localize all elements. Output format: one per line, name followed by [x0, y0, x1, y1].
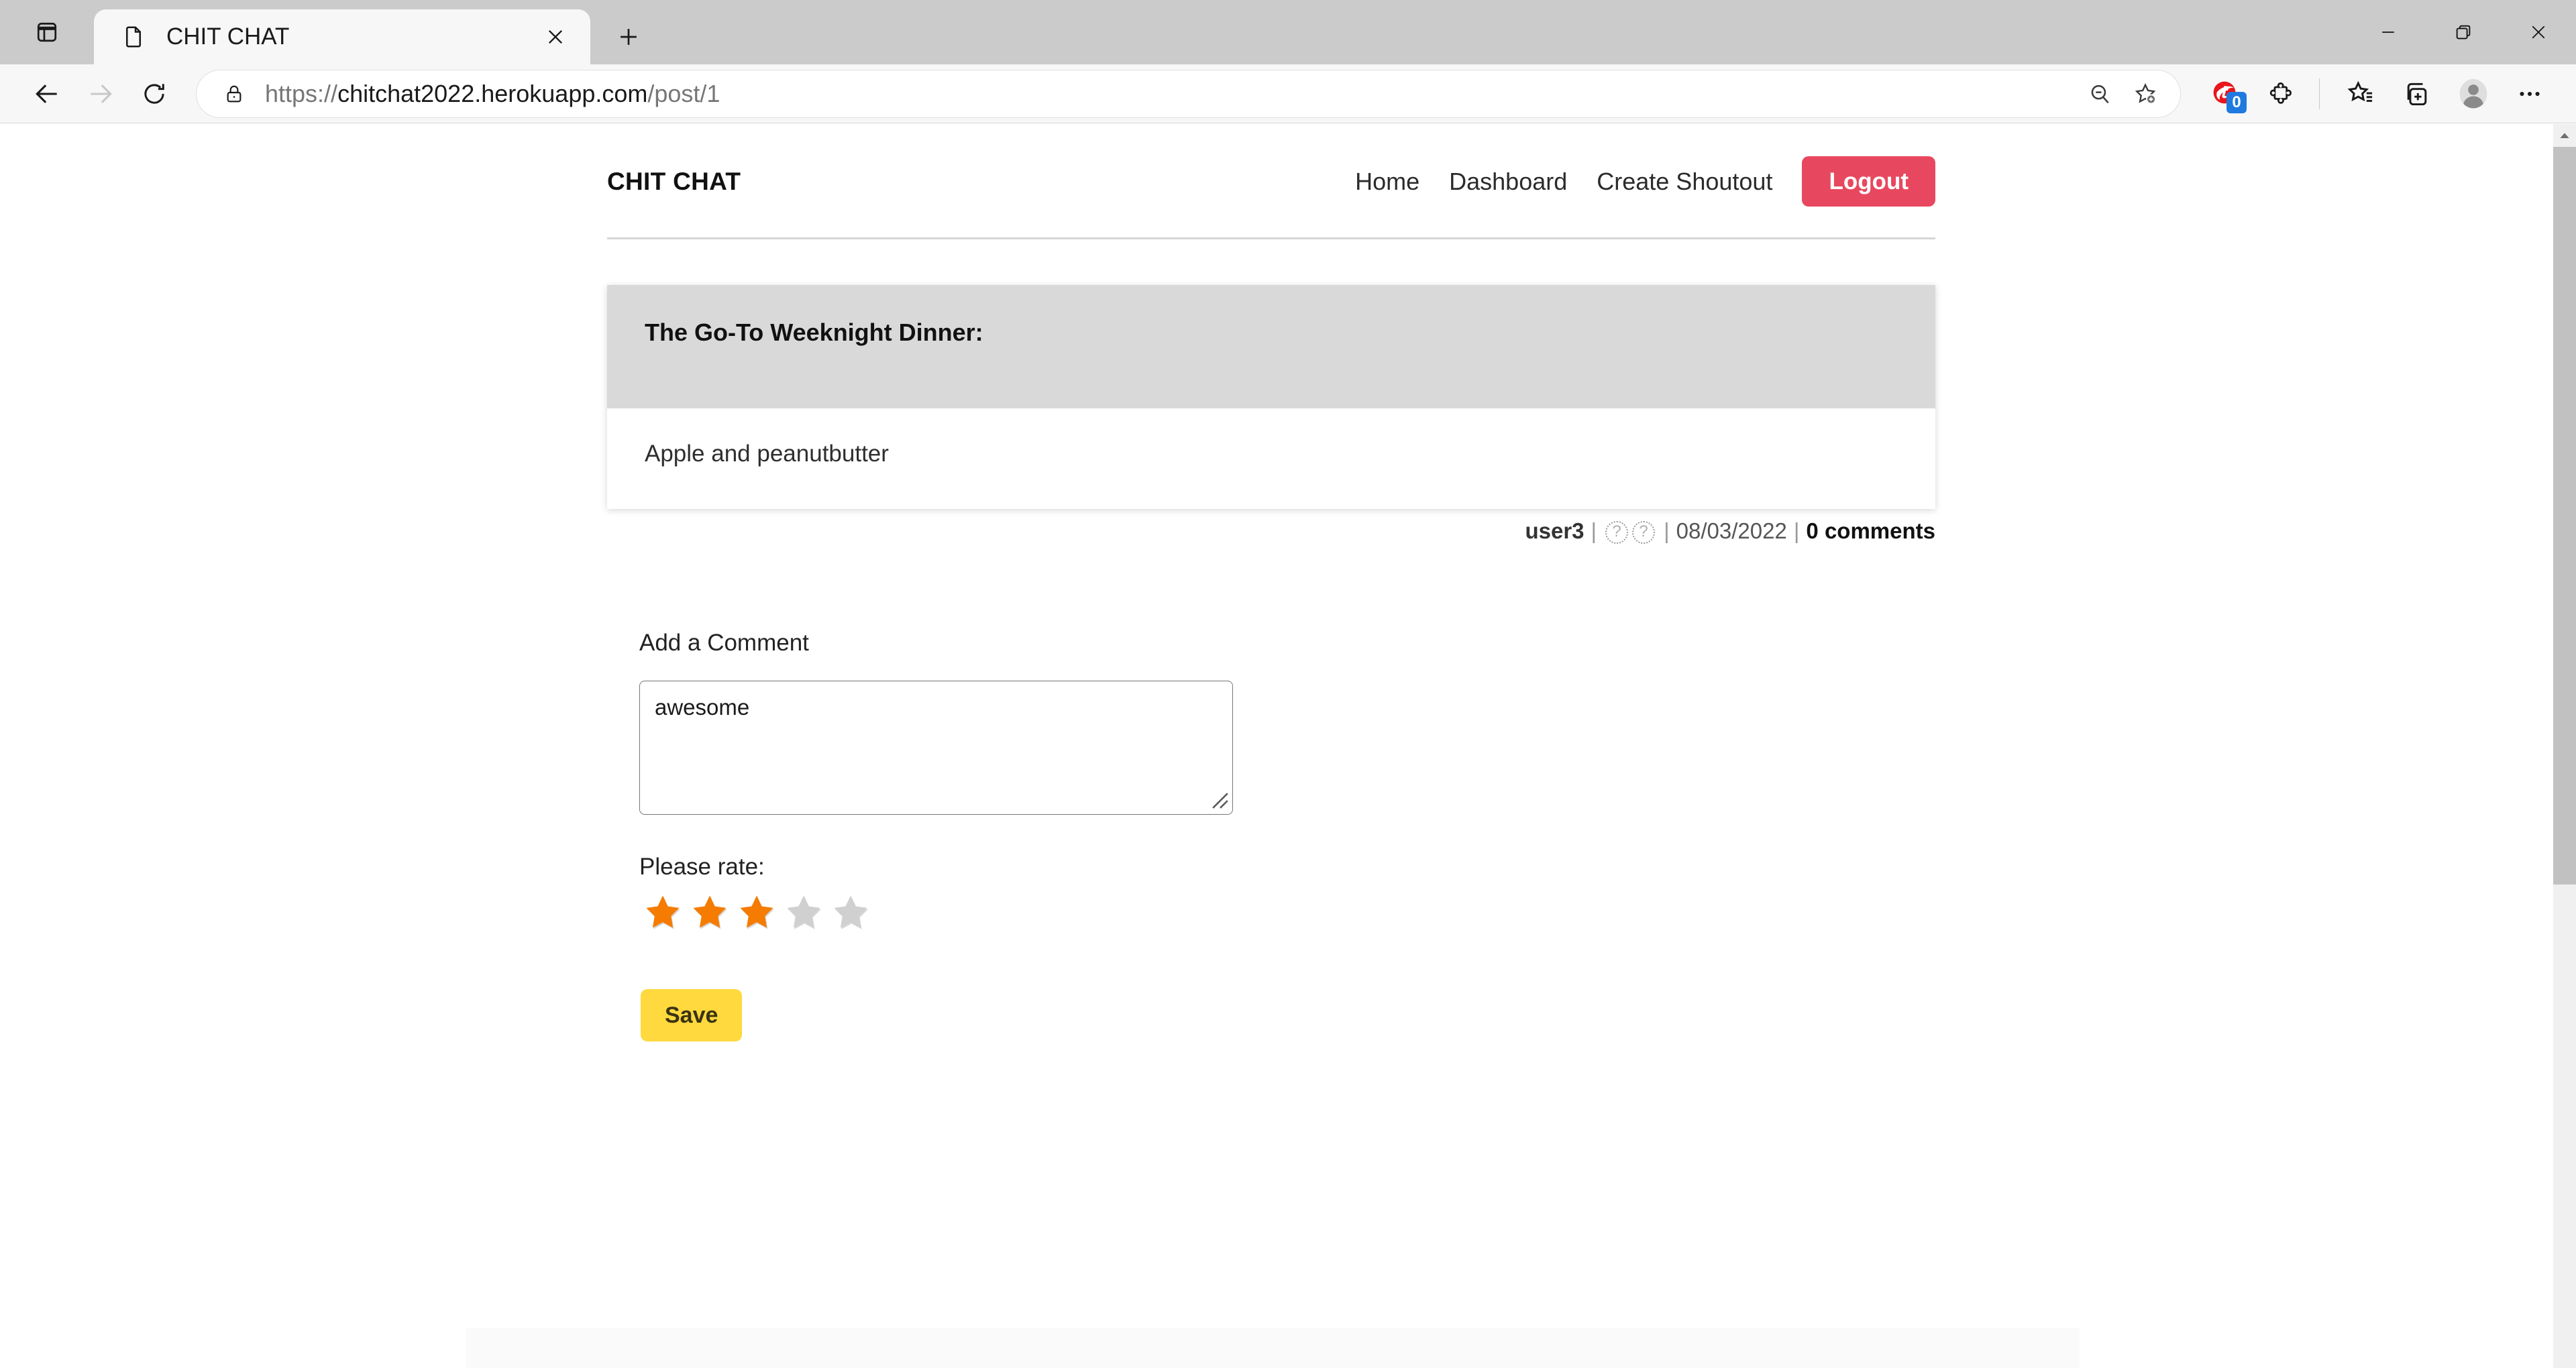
favorites-list-icon[interactable]: [2334, 68, 2387, 120]
more-options-icon[interactable]: [2504, 68, 2556, 120]
tab-title: CHIT CHAT: [166, 23, 290, 50]
comment-textarea[interactable]: [639, 681, 1233, 815]
address-bar[interactable]: https://chitchat2022.herokuapp.com/post/…: [196, 69, 2181, 118]
extensions-puzzle-icon[interactable]: [2256, 68, 2308, 120]
reload-icon[interactable]: [127, 67, 181, 121]
collections-add-icon[interactable]: [2391, 68, 2443, 120]
minimize-icon[interactable]: [2351, 0, 2426, 64]
arrow-left-icon[interactable]: [20, 67, 74, 121]
star-empty-icon[interactable]: [780, 890, 827, 934]
post-comments-count[interactable]: 0 comments: [1806, 518, 1935, 543]
site-navbar: CHIT CHAT Home Dashboard Create Shoutout…: [607, 124, 1935, 239]
site-brand[interactable]: CHIT CHAT: [607, 168, 741, 196]
shield-extension-icon[interactable]: 0: [2200, 68, 2252, 120]
window-controls: [2351, 0, 2576, 64]
close-icon[interactable]: [538, 19, 573, 54]
tab-overview-button[interactable]: [28, 13, 66, 52]
site-footer: Home||Create New Shoutout By P2-group-4 …: [466, 1328, 2080, 1368]
meta-separator-2: |: [1664, 518, 1670, 543]
add-comment-label: Add a Comment: [639, 630, 809, 657]
browser-window: CHIT CHAT https://chitchat2022.herokuapp…: [0, 0, 2576, 1368]
star-rating[interactable]: [639, 890, 1935, 934]
tab-strip-left: [0, 0, 94, 64]
post-card-body: Apple and peanutbutter: [607, 408, 1935, 509]
star-empty-icon[interactable]: [827, 890, 874, 934]
star-add-icon[interactable]: [2123, 71, 2168, 117]
post-card-header: The Go-To Weeknight Dinner:: [607, 285, 1935, 408]
nav-link-dashboard[interactable]: Dashboard: [1449, 168, 1567, 196]
star-filled-icon[interactable]: [686, 890, 733, 934]
nav-link-create-shoutout[interactable]: Create Shoutout: [1597, 168, 1772, 196]
broken-image-icon: [1632, 520, 1656, 545]
site-nav-links: Home Dashboard Create Shoutout Logout: [1355, 156, 1935, 207]
arrow-right-icon: [74, 67, 127, 121]
profile-avatar-icon[interactable]: [2447, 68, 2500, 120]
address-bar-url: https://chitchat2022.herokuapp.com/post/…: [265, 79, 720, 107]
post-author: user3: [1525, 518, 1585, 543]
post-card: The Go-To Weeknight Dinner: Apple and pe…: [607, 285, 1935, 509]
post-card-wrapper: The Go-To Weeknight Dinner: Apple and pe…: [607, 239, 1935, 509]
browser-titlebar: CHIT CHAT: [0, 0, 2576, 64]
meta-separator-1: |: [1591, 518, 1597, 543]
scrollbar-thumb[interactable]: [2553, 147, 2576, 885]
post-date: 08/03/2022: [1676, 518, 1787, 543]
broken-image-icon: [1605, 520, 1629, 545]
nav-link-home[interactable]: Home: [1355, 168, 1419, 196]
star-filled-icon[interactable]: [733, 890, 780, 934]
address-bar-host: chitchat2022.herokuapp.com: [337, 79, 648, 107]
address-bar-path: /post/1: [647, 79, 720, 107]
toolbar-divider: [2319, 78, 2320, 109]
post-body-text: Apple and peanutbutter: [645, 441, 889, 467]
meta-separator-3: |: [1793, 518, 1800, 543]
new-tab-button[interactable]: [608, 16, 649, 58]
page-container: CHIT CHAT Home Dashboard Create Shoutout…: [607, 124, 1935, 1042]
restore-icon[interactable]: [2426, 0, 2501, 64]
browser-toolbar: https://chitchat2022.herokuapp.com/post/…: [0, 64, 2576, 123]
star-filled-icon[interactable]: [639, 890, 686, 934]
save-button[interactable]: Save: [641, 989, 743, 1042]
post-meta: user3||08/03/2022|0 comments: [607, 509, 1935, 545]
page-viewport: CHIT CHAT Home Dashboard Create Shoutout…: [0, 124, 2576, 1368]
lock-icon: [219, 79, 249, 109]
scrollbar-arrow-up-icon[interactable]: [2553, 124, 2576, 147]
page-icon: [118, 21, 149, 52]
extension-badge: 0: [2226, 91, 2247, 113]
logout-button[interactable]: Logout: [1802, 156, 1935, 207]
page-scrollbar[interactable]: [2553, 124, 2576, 1368]
zoom-out-icon[interactable]: [2077, 71, 2123, 117]
web-page: CHIT CHAT Home Dashboard Create Shoutout…: [0, 124, 2542, 1368]
comment-form: Add a Comment Please rate: Save: [607, 544, 1935, 1042]
window-close-icon[interactable]: [2501, 0, 2576, 64]
post-title: The Go-To Weeknight Dinner:: [645, 319, 983, 346]
rate-label: Please rate:: [639, 854, 765, 880]
browser-tab[interactable]: CHIT CHAT: [94, 9, 590, 64]
